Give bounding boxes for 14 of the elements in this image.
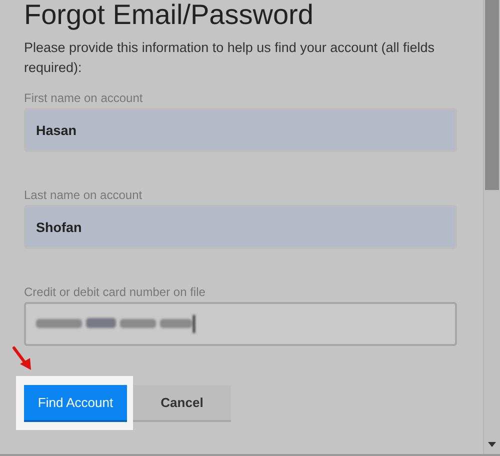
field-label: Last name on account	[24, 188, 144, 202]
input-field[interactable]: Shofan	[24, 205, 457, 249]
field-label: First name on account	[24, 91, 144, 105]
scrollbar[interactable]	[483, 0, 500, 454]
pointer-arrow-icon	[12, 346, 34, 372]
cancel-button[interactable]: Cancel	[133, 384, 231, 422]
instructions-text: Please provide this information to help us find your account (all fields required):	[24, 39, 436, 77]
scroll-thumb[interactable]	[485, 0, 499, 190]
field-label: Credit or debit card number on file	[24, 285, 206, 299]
input-field[interactable]	[24, 302, 457, 346]
input-field[interactable]: Hasan	[24, 108, 457, 152]
dialog-title: Forgot Email/Password	[24, 0, 314, 30]
scroll-down-icon[interactable]	[488, 442, 496, 448]
find-account-button[interactable]: Find Account	[24, 385, 127, 422]
